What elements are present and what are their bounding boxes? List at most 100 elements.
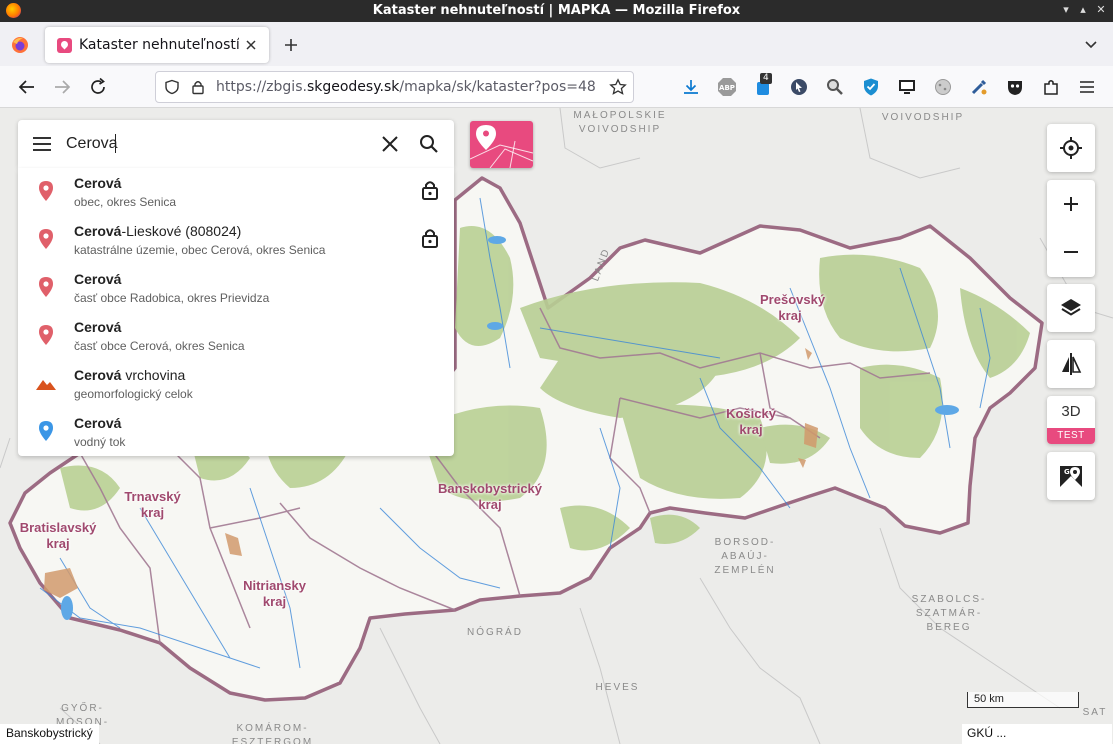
browser-tab-active[interactable]: Kataster nehnuteľností | MAPKA (45, 27, 269, 63)
foreign-label-sat: SAT (1082, 707, 1108, 718)
locate-me-button[interactable] (1047, 124, 1095, 172)
layers-button[interactable] (1047, 284, 1095, 332)
url-text[interactable]: https://zbgis.skgeodesy.sk/mapka/sk/kata… (216, 79, 596, 95)
menu-icon[interactable] (31, 134, 53, 154)
lock-icon (422, 181, 438, 200)
extensions-puzzle-icon[interactable] (1041, 77, 1061, 97)
address-bar[interactable]: https://zbgis.skgeodesy.sk/mapka/sk/kata… (155, 71, 634, 103)
3d-view-button[interactable]: 3D TEST (1047, 396, 1095, 444)
foreign-label-heves: HEVES (595, 682, 640, 693)
map-canvas[interactable]: Prešovský kraj Košický kraj Banskobystrick… (0, 108, 1113, 744)
compare-icon (1062, 353, 1082, 375)
foreign-label-komarom: KOMÁROM- ESZTERGOM (231, 723, 314, 744)
magnifier-extension-icon[interactable] (825, 77, 845, 97)
region-label-nitra: Nitriansky kraj (243, 578, 306, 609)
scale-label: 50 km (974, 693, 1004, 705)
region-label-bratislava: Bratislavský kraj (19, 520, 97, 551)
chevron-down-icon[interactable] (1083, 36, 1099, 52)
zoom-out-icon[interactable] (1059, 240, 1083, 264)
text-caret (115, 134, 116, 153)
map-location-icon: G (1060, 466, 1082, 487)
lock-icon[interactable] (190, 79, 206, 95)
result-title: Cerová-Lieskové (808024) (74, 223, 242, 239)
minimize-icon[interactable]: ▾ (1058, 2, 1074, 18)
tracking-shield-icon[interactable] (164, 79, 180, 95)
mask-extension-icon[interactable] (1005, 77, 1025, 97)
close-window-icon[interactable]: ✕ (1093, 2, 1109, 18)
window-title: Kataster nehnuteľností | MAPKA — Mozilla… (372, 3, 741, 18)
region-label-trnava: Trnavský kraj (124, 489, 181, 520)
cadastre-layer-button[interactable] (470, 121, 533, 168)
foreign-label-borsod: BORSOD- ABAÚJ- ZEMPLÉN (714, 537, 776, 576)
result-subtitle: časť obce Cerová, okres Senica (74, 339, 245, 353)
zoom-controls (1047, 180, 1095, 277)
result-title: Cerová (74, 175, 122, 191)
search-result-item[interactable]: Cerová časť obce Cerová, okres Senica (18, 312, 454, 360)
foreign-label-szabolcs: SZABOLCS- SZATMÁR- BEREG (911, 594, 987, 633)
privacy-badger-shield-icon[interactable] (861, 77, 881, 97)
tab-strip: Kataster nehnuteľností | MAPKA (0, 22, 1113, 66)
hamburger-menu-icon[interactable] (1077, 77, 1097, 97)
result-title: Cerová (74, 271, 122, 287)
search-panel (18, 120, 454, 168)
cursor-extension-icon[interactable] (789, 77, 809, 97)
forward-arrow-icon[interactable] (51, 76, 73, 98)
eyedropper-extension-icon[interactable] (969, 77, 989, 97)
3d-label: 3D (1061, 403, 1081, 420)
google-maps-button[interactable]: G (1047, 452, 1095, 500)
monitor-extension-icon[interactable] (897, 77, 917, 97)
map-pin-blue-icon (39, 421, 53, 441)
foreign-label-voivodship: VOIVODSHIP (881, 112, 965, 123)
crosshair-location-icon (1060, 137, 1082, 159)
attribution-text[interactable]: GKÚ ... (962, 724, 1112, 744)
foreign-label-malopolskie: MAŁOPOLSKIE VOIVODSHIP (573, 110, 667, 135)
search-result-item[interactable]: Cerová časť obce Radobica, okres Prievid… (18, 264, 454, 312)
result-subtitle: geomorfologický celok (74, 387, 193, 401)
result-title: Cerová vrchovina (74, 367, 186, 383)
clear-search-icon[interactable] (380, 134, 400, 154)
reload-icon[interactable] (87, 76, 109, 98)
map-pin-red-icon (39, 181, 53, 201)
result-subtitle: obec, okres Senica (74, 195, 177, 209)
result-title: Cerová (74, 319, 122, 335)
firefox-view-icon[interactable] (9, 34, 31, 56)
search-icon[interactable] (418, 133, 440, 155)
back-arrow-icon[interactable] (16, 76, 38, 98)
bookmark-star-icon[interactable] (609, 78, 627, 96)
downloads-icon[interactable] (681, 77, 701, 97)
svg-text:ABP: ABP (719, 84, 735, 92)
layers-icon (1061, 299, 1081, 316)
search-results-list: Cerová obec, okres Senica Cerová-Lieskov… (18, 168, 454, 456)
map-pin-red-icon (39, 277, 53, 297)
search-result-item[interactable]: Cerová obec, okres Senica (18, 168, 454, 216)
lock-icon (422, 229, 438, 248)
window-titlebar: Kataster nehnuteľností | MAPKA — Mozilla… (0, 0, 1113, 22)
result-subtitle: časť obce Radobica, okres Prievidza (74, 291, 270, 305)
region-label-presov: Prešovský kraj (760, 292, 826, 323)
search-result-item[interactable]: Cerová-Lieskové (808024) katastrálne úze… (18, 216, 454, 264)
search-result-item[interactable]: Cerová vodný tok (18, 408, 454, 456)
map-pin-red-icon (39, 325, 53, 345)
tab-title: Kataster nehnuteľností | MAPKA (79, 37, 239, 53)
close-tab-icon[interactable] (241, 35, 261, 55)
status-region-name: Banskobystrický (0, 724, 99, 744)
zoom-in-icon[interactable] (1059, 192, 1083, 216)
svg-text:G: G (1064, 468, 1070, 476)
search-input[interactable] (66, 134, 366, 154)
result-subtitle: vodný tok (74, 435, 126, 449)
mountain-icon (36, 380, 56, 390)
map-pin-red-icon (39, 229, 53, 249)
extension-badge: 4 (760, 73, 772, 84)
search-result-item[interactable]: Cerová vrchovina geomorfologický celok (18, 360, 454, 408)
maximize-icon[interactable]: ▴ (1075, 2, 1091, 18)
region-label-kosice: Košický kraj (726, 406, 776, 437)
foreign-label-nograd: NÓGRÁD (467, 627, 523, 638)
cadastre-map-pin-icon (470, 125, 533, 168)
result-subtitle: katastrálne územie, obec Cerová, okres S… (74, 243, 326, 257)
cookie-extension-icon[interactable] (933, 77, 953, 97)
new-tab-icon[interactable] (280, 34, 302, 56)
compare-maps-button[interactable] (1047, 340, 1095, 388)
scale-bar: 50 km (967, 692, 1079, 708)
region-label-banska-bystrica: Banskobystrický kraj (437, 481, 543, 512)
adblock-plus-icon[interactable]: ABP (717, 77, 737, 97)
